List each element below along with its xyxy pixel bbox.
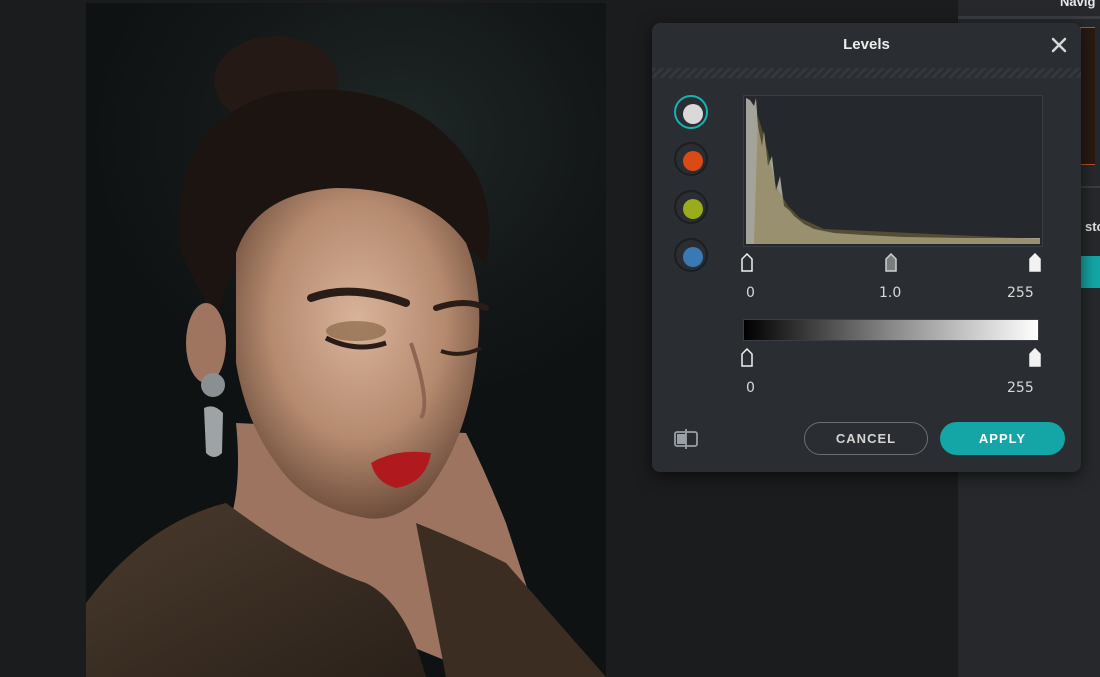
swatch-color xyxy=(683,151,703,171)
swatch-color xyxy=(683,199,703,219)
dialog-title: Levels xyxy=(843,36,890,53)
histogram xyxy=(743,95,1043,247)
swatch-color xyxy=(683,104,703,124)
channel-rgb-swatch[interactable] xyxy=(674,95,708,129)
input-gamma-handle[interactable] xyxy=(885,252,897,272)
split-compare-icon[interactable] xyxy=(673,428,699,450)
output-black-value: 0 xyxy=(746,380,755,396)
channel-green-swatch[interactable] xyxy=(674,190,708,224)
input-black-handle[interactable] xyxy=(741,252,753,272)
input-white-value: 255 xyxy=(1007,285,1034,301)
portrait-photo xyxy=(86,3,606,677)
output-white-value: 255 xyxy=(1007,380,1034,396)
input-gamma-value: 1.0 xyxy=(879,285,902,301)
output-white-handle[interactable] xyxy=(1029,347,1041,367)
side-action-button[interactable] xyxy=(1081,256,1100,288)
swatch-color xyxy=(683,247,703,267)
output-black-handle[interactable] xyxy=(741,347,753,367)
input-white-handle[interactable] xyxy=(1029,252,1041,272)
title-divider xyxy=(652,68,1081,78)
close-icon[interactable] xyxy=(1049,35,1069,55)
panel-divider xyxy=(958,16,1100,19)
cancel-button[interactable]: CANCEL xyxy=(804,422,928,455)
navigator-title: Navig xyxy=(1060,0,1096,9)
output-gradient-bar xyxy=(743,319,1039,341)
channel-red-swatch[interactable] xyxy=(674,142,708,176)
channel-blue-swatch[interactable] xyxy=(674,238,708,272)
side-section-label: sto xyxy=(1085,219,1100,234)
apply-button[interactable]: APPLY xyxy=(940,422,1065,455)
levels-dialog: Levels 0 1.0 255 0 255 CANCEL APPLY xyxy=(652,23,1081,472)
navigator-thumbnail[interactable] xyxy=(1080,27,1095,165)
input-black-value: 0 xyxy=(746,285,755,301)
